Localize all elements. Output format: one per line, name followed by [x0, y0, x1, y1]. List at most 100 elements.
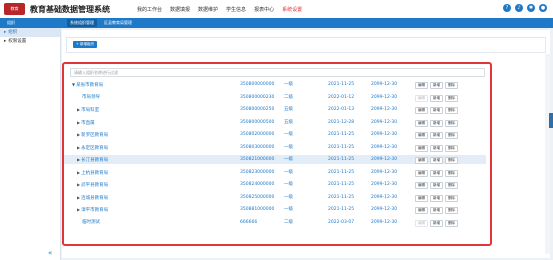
- org-name-cell[interactable]: 市局领导: [82, 93, 100, 102]
- delete-button[interactable]: 删除: [445, 119, 458, 127]
- delete-button[interactable]: 删除: [445, 107, 458, 114]
- end-date: 2099-12-30: [371, 219, 398, 225]
- add-child-button[interactable]: 新增: [430, 82, 443, 89]
- edit-button[interactable]: 编辑: [415, 182, 428, 189]
- start-date: 2021-11-25: [328, 132, 355, 137]
- sidebar-item-permissions[interactable]: ▸ 权限设置: [0, 37, 60, 46]
- edit-button[interactable]: 编辑: [415, 157, 428, 164]
- add-org-button[interactable]: + 新增组织: [73, 41, 98, 48]
- edit-button[interactable]: 编辑: [415, 82, 428, 89]
- delete-button[interactable]: 删除: [445, 169, 458, 177]
- expand-arrow-icon[interactable]: ▼: [72, 82, 75, 87]
- tree-row[interactable]: ▶连城县教育局 350825000000 一级 2021-11-25 2099-12-3…: [64, 193, 486, 202]
- org-code: 350803000000: [240, 144, 275, 150]
- add-child-button[interactable]: 新增: [430, 169, 443, 177]
- org-name-cell[interactable]: ▶上杭县教育局: [77, 168, 108, 177]
- org-name-cell[interactable]: ▼某省市教育局: [72, 80, 103, 89]
- settings-gear-icon[interactable]: ✱: [527, 4, 535, 12]
- org-level: 一级: [284, 157, 293, 162]
- expand-arrow-icon[interactable]: ▶: [77, 132, 80, 137]
- delete-button[interactable]: 删除: [445, 94, 458, 102]
- add-child-button[interactable]: 新增: [430, 207, 443, 214]
- edit-button[interactable]: 编辑: [415, 219, 428, 227]
- add-child-button[interactable]: 新增: [430, 157, 443, 164]
- nav-item[interactable]: 数据维护: [198, 6, 218, 14]
- tree-row[interactable]: ▶市直属 350800000500 五级 2021-12-28 2099-12-30 编辑…: [64, 118, 486, 127]
- row-actions: 编辑 新增 删除: [415, 169, 458, 177]
- delete-button[interactable]: 删除: [445, 194, 458, 202]
- tree-row[interactable]: ▶永定区教育局 350803000000 一级 2021-11-25 2099-12-3…: [64, 143, 486, 152]
- tree-row[interactable]: ▶漳平市教育局 350881000000 一级 2021-11-25 2099-12-3…: [64, 205, 486, 214]
- nav-item[interactable]: 我的工作台: [137, 6, 162, 14]
- delete-button[interactable]: 删除: [445, 219, 458, 227]
- org-name-cell[interactable]: ▶市局科室: [77, 105, 99, 114]
- edit-button[interactable]: 编辑: [415, 132, 428, 139]
- end-date: 2099-12-30: [371, 119, 398, 125]
- tree-row[interactable]: ▶市局科室 350800000250 五级 2022-01-13 2099-12-30 编…: [64, 105, 486, 114]
- edit-button[interactable]: 编辑: [415, 207, 428, 214]
- org-name-cell[interactable]: 临时测试: [82, 218, 100, 227]
- edit-button[interactable]: 编辑: [415, 169, 428, 177]
- tab-system-org-management[interactable]: 系统组织管理: [67, 19, 97, 27]
- edit-button[interactable]: 编辑: [415, 194, 428, 202]
- expand-arrow-icon[interactable]: ▶: [77, 195, 80, 200]
- edit-button[interactable]: 编辑: [415, 94, 428, 102]
- org-name-cell[interactable]: ▶连城县教育局: [77, 193, 108, 202]
- add-child-button[interactable]: 新增: [430, 194, 443, 202]
- nav-item[interactable]: 系统设置: [282, 6, 302, 14]
- add-child-button[interactable]: 新增: [430, 219, 443, 227]
- help-icon[interactable]: ?: [503, 4, 511, 12]
- org-level: 一级: [284, 182, 293, 187]
- delete-button[interactable]: 删除: [445, 182, 458, 189]
- add-child-button[interactable]: 新增: [430, 119, 443, 127]
- edit-button[interactable]: 编辑: [415, 119, 428, 127]
- edit-button[interactable]: 编辑: [415, 144, 428, 152]
- tree-row[interactable]: 市局领导 350800000230 二级 2022-01-12 2099-12-30 编辑…: [64, 93, 486, 102]
- collapse-sidebar-icon[interactable]: «: [48, 249, 52, 257]
- add-child-button[interactable]: 新增: [430, 94, 443, 102]
- org-name-cell[interactable]: ▶长汀县教育局: [77, 155, 108, 164]
- expand-arrow-icon[interactable]: ▶: [77, 145, 80, 150]
- scrollbar[interactable]: [545, 54, 550, 254]
- add-child-button[interactable]: 新增: [430, 144, 443, 152]
- add-child-button[interactable]: 新增: [430, 182, 443, 189]
- sidebar-item-org[interactable]: ▸ 组织: [0, 28, 60, 37]
- tree-row[interactable]: ▶新罗区教育局 350802000000 一级 2021-11-25 2099-12-3…: [64, 130, 486, 139]
- expand-arrow-icon[interactable]: ▶: [77, 157, 80, 162]
- nav-item[interactable]: 数据填报: [170, 6, 190, 14]
- notification-bell-icon[interactable]: ♪: [515, 4, 523, 12]
- nav-item[interactable]: 报表中心: [254, 6, 274, 14]
- edit-button[interactable]: 编辑: [415, 107, 428, 114]
- org-name-cell[interactable]: ▶武平县教育局: [77, 180, 108, 189]
- org-name-cell[interactable]: ▶新罗区教育局: [77, 130, 108, 139]
- add-child-button[interactable]: 新增: [430, 132, 443, 139]
- expand-arrow-icon[interactable]: ▶: [77, 182, 80, 187]
- tab-county-bureau-management[interactable]: 区县教育局管理: [101, 19, 135, 27]
- tree-row[interactable]: ▶上杭县教育局 350823000000 一级 2021-11-25 2099-12-3…: [64, 168, 486, 177]
- org-code: 350821000000: [240, 157, 275, 162]
- tree-row[interactable]: ▶武平县教育局 350824000000 一级 2021-11-25 2099-12-3…: [64, 180, 486, 189]
- delete-button[interactable]: 删除: [445, 82, 458, 89]
- delete-button[interactable]: 删除: [445, 157, 458, 164]
- nav-item[interactable]: 学生信息: [226, 6, 246, 14]
- org-code: 350800000000: [240, 82, 275, 87]
- tree-row[interactable]: ▶长汀县教育局 350821000000 一级 2021-11-25 2099-12-3…: [64, 155, 486, 164]
- delete-button[interactable]: 删除: [445, 207, 458, 214]
- tab-org[interactable]: 组织: [4, 19, 18, 27]
- user-avatar-icon[interactable]: ●: [539, 4, 547, 12]
- org-filter-input[interactable]: 请输入组织名称进行过滤: [70, 68, 485, 77]
- org-name-cell[interactable]: ▶漳平市教育局: [77, 205, 108, 214]
- delete-button[interactable]: 删除: [445, 132, 458, 139]
- side-float-tab[interactable]: [549, 113, 553, 128]
- expand-arrow-icon[interactable]: ▶: [77, 170, 80, 175]
- delete-button[interactable]: 删除: [445, 144, 458, 152]
- expand-arrow-icon[interactable]: ▶: [77, 120, 80, 125]
- tree-row[interactable]: 临时测试 666666 二级 2022-03-07 2099-12-30 编辑 新增 删除: [64, 218, 486, 227]
- org-name-cell[interactable]: ▶市直属: [77, 118, 95, 127]
- add-child-button[interactable]: 新增: [430, 107, 443, 114]
- end-date: 2099-12-30: [371, 182, 398, 187]
- expand-arrow-icon[interactable]: ▶: [77, 107, 80, 112]
- org-name-cell[interactable]: ▶永定区教育局: [77, 143, 108, 152]
- tree-row[interactable]: ▼某省市教育局 350800000000 一级 2021-11-25 2099-12-3…: [64, 80, 486, 89]
- expand-arrow-icon[interactable]: ▶: [77, 207, 80, 212]
